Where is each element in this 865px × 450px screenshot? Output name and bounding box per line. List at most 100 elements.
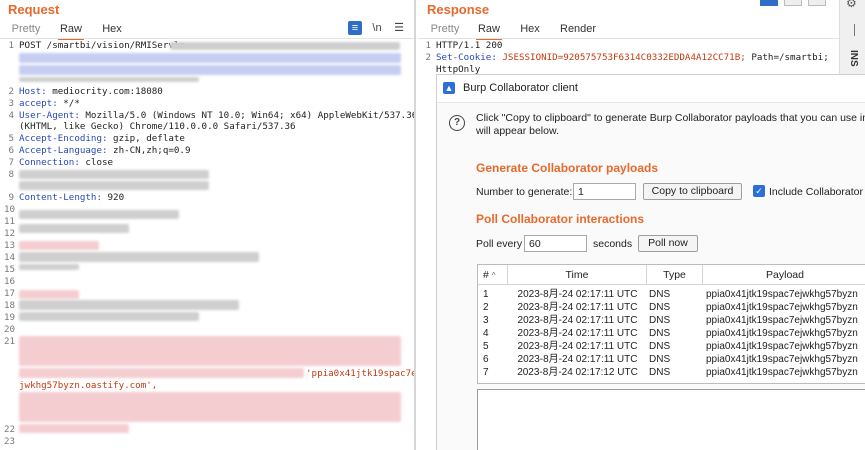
header-value: 920 [101,192,125,203]
layout-single-icon[interactable] [808,0,826,6]
header-key: Connection: [19,157,80,168]
table-row[interactable]: 1 2023-8月-24 02:17:11 UTC DNS ppia0x41jtk19… [478,288,865,301]
set-cookie-line: Set-Cookie: JSESSIONID=920575753F6314C03… [436,52,829,63]
interaction-time: 2023-8月-24 02:17:11 UTC [517,328,638,339]
redacted-block [19,170,209,179]
interaction-payload: ppia0x41jtk19spac7ejwkhg57byzn [706,367,858,378]
header-value: zh-CN,zh;q=0.9 [107,145,191,156]
response-title: Response [427,2,490,17]
interaction-payload: ppia0x41jtk19spac7ejwkhg57byzn [706,354,858,365]
line-number: 7 [8,157,14,168]
line-number: 22 [4,424,16,435]
request-tab-pretty[interactable]: Pretty [8,20,44,38]
interaction-type: DNS [649,341,671,352]
line-number: 13 [4,240,16,251]
request-tab-raw[interactable]: Raw [58,20,84,40]
header-line-host: Host: mediocrity.com:18080 [19,86,163,97]
interaction-detail-pane[interactable] [477,389,865,450]
line-number: 17 [4,288,16,299]
table-row[interactable]: 6 2023-8月-24 02:17:11 UTC DNS ppia0x41jtk19… [478,353,865,366]
layout-stacked-icon[interactable] [784,0,802,6]
table-row[interactable]: 2 2023-8月-24 02:17:11 UTC DNS ppia0x41jtk19… [478,301,865,314]
interaction-payload: ppia0x41jtk19spac7ejwkhg57byzn [706,289,858,300]
column-header-label: # [483,269,489,281]
interaction-payload: ppia0x41jtk19spac7ejwkhg57byzn [706,315,858,326]
request-line: POST /smartbi/vision/RMIServle [19,40,185,51]
redacted-block [19,53,401,63]
sort-ascending-icon: ^ [491,271,496,280]
gear-icon[interactable]: ⚙ [846,0,857,10]
number-to-generate-input[interactable] [573,183,636,200]
copy-to-clipboard-button[interactable]: Copy to clipboard [643,183,742,200]
response-tab-hex[interactable]: Hex [519,20,541,38]
line-number: 23 [4,436,16,447]
column-header-type[interactable]: Type [647,265,703,285]
request-pane: Request Pretty Raw Hex ≡ \n ☰ 1 POST /sm… [0,0,416,450]
include-collaborator-checkbox[interactable]: ✓ [753,185,765,197]
number-to-generate-label: Number to generate: [476,186,573,198]
table-row[interactable]: 7 2023-8月-24 02:17:12 UTC DNS ppia0x41jtk19… [478,366,865,379]
header-value: gzip, deflate [107,133,185,144]
column-header-time[interactable]: Time [508,265,647,285]
header-line-accept-encoding: Accept-Encoding: gzip, deflate [19,133,185,144]
help-line: will appear below. [476,125,559,137]
interaction-number: 1 [483,289,489,300]
poll-interval-input[interactable] [524,235,587,252]
line-number: 8 [8,169,14,180]
request-tab-hex[interactable]: Hex [101,20,123,38]
line-number: 1 [425,40,431,51]
table-row[interactable]: 3 2023-8月-24 02:17:11 UTC DNS ppia0x41jtk19… [478,314,865,327]
line-number: 5 [8,133,14,144]
response-tab-render[interactable]: Render [560,20,596,38]
response-tab-raw[interactable]: Raw [476,20,502,40]
cookie-value: JSESSIONID=920575753F6314C0332EDDA4A12CC… [496,52,746,63]
table-row[interactable]: 5 2023-8月-24 02:17:11 UTC DNS ppia0x41jtk19… [478,340,865,353]
line-number: 4 [8,110,14,121]
redacted-block [19,224,129,233]
header-key: User-Agent: [19,110,80,121]
line-number: 2 [425,52,431,63]
layout-side-by-side-icon[interactable] [760,0,778,6]
interaction-time: 2023-8月-24 02:17:12 UTC [517,367,638,378]
redacted-block [19,368,304,378]
response-separator [418,38,865,39]
interaction-time: 2023-8月-24 02:17:11 UTC [517,302,638,313]
interaction-time: 2023-8月-24 02:17:11 UTC [517,289,638,300]
interaction-type: DNS [649,289,671,300]
help-circle-icon[interactable]: ? [449,115,465,131]
collaborator-titlebar[interactable]: ▲ Burp Collaborator client [437,75,865,103]
collaborator-payload-text: jwkhg57byzn.oastify.com', [19,380,158,391]
header-line-connection: Connection: close [19,157,113,168]
interaction-number: 3 [483,315,489,326]
header-value: close [79,157,114,168]
redacted-block [170,42,400,50]
response-tab-pretty[interactable]: Pretty [427,20,463,38]
poll-now-button[interactable]: Poll now [638,235,698,252]
cookie-path: Path=/smartbi; [745,52,829,63]
header-line-content-length: Content-Length: 920 [19,192,124,203]
newline-toggle[interactable]: \n [370,21,384,35]
redacted-block [19,241,99,250]
table-row[interactable]: 4 2023-8月-24 02:17:11 UTC DNS ppia0x41jtk19… [478,327,865,340]
interactions-table[interactable]: # ^ Time Type Payload 1 2023-8月-24 02:17:… [477,264,865,384]
redacted-block [19,424,129,433]
line-number: 19 [4,312,16,323]
interaction-type: DNS [649,328,671,339]
line-number: 12 [4,228,16,239]
line-number: 14 [4,252,16,263]
line-number: 18 [4,300,16,311]
interaction-number: 6 [483,354,489,365]
header-key: Host: [19,86,47,97]
line-number: 20 [4,324,16,335]
line-number: 9 [8,192,14,203]
column-header-number[interactable]: # ^ [478,265,508,285]
inspector-strip[interactable]: ⚙ INS [839,0,865,74]
column-header-payload[interactable]: Payload [703,265,865,285]
wrap-lines-icon[interactable]: ≡ [348,21,362,35]
line-number: 1 [8,40,14,51]
hamburger-menu-icon[interactable]: ☰ [392,21,406,35]
interaction-payload: ppia0x41jtk19spac7ejwkhg57byzn [706,328,858,339]
header-key: Accept-Language: [19,145,108,156]
status-line: HTTP/1.1 200 [436,40,503,51]
line-number: 10 [4,204,16,215]
